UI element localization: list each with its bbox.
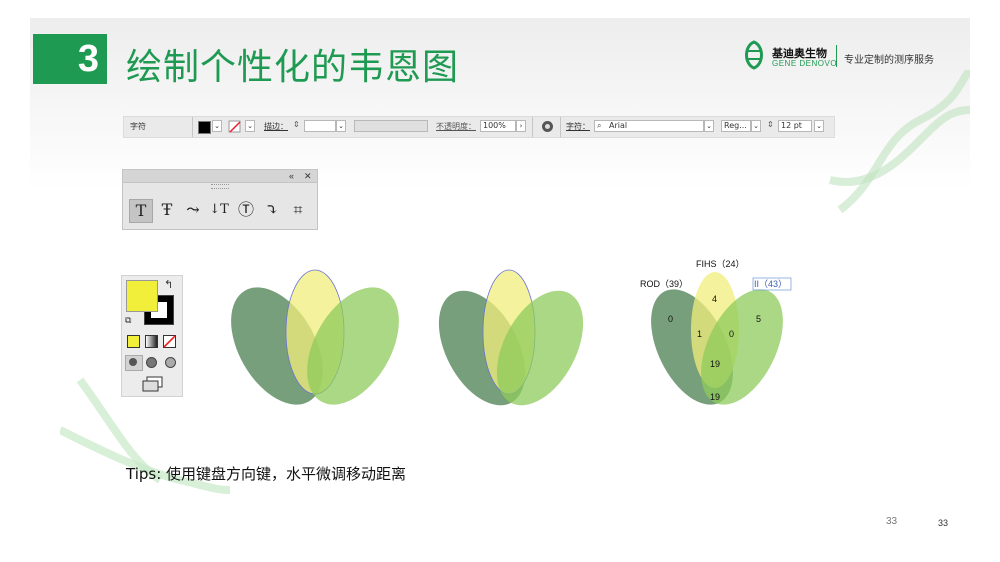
fill-dropdown[interactable]: ⌄ xyxy=(212,120,222,132)
font-size-input[interactable]: 12 pt xyxy=(778,120,812,132)
type-on-path-tool-icon[interactable]: ⤳ xyxy=(182,199,204,221)
venn-label-left: ROD（39） xyxy=(640,279,688,289)
character-toolbar: 字符 ⌄ ⌄ 描边： ⇕ ⌄ 不透明度： 100% › 字符： Arial ⌕ … xyxy=(123,116,835,138)
font-style-input[interactable]: Reg... xyxy=(721,120,751,132)
logo-divider xyxy=(836,45,837,67)
venn-value-top-right: 0 xyxy=(729,329,734,339)
toolbar-divider xyxy=(192,117,193,137)
swap-colors-icon[interactable]: ↰ xyxy=(164,278,173,291)
slide-title: 绘制个性化的韦恩图 xyxy=(126,47,460,88)
panel-grip-icon[interactable] xyxy=(211,184,229,189)
venn-value-bottom: 19 xyxy=(710,392,720,402)
stroke-dropdown[interactable]: ⌄ xyxy=(245,120,255,132)
venn-value-left-top: 1 xyxy=(697,329,702,339)
char-label: 字符 xyxy=(130,122,146,131)
toolbar-divider xyxy=(560,117,561,137)
section-number: 3 xyxy=(33,34,107,84)
dna-decoration-right xyxy=(829,70,970,214)
logo-name-en: GENE DENOVO xyxy=(772,59,838,68)
default-colors-icon[interactable]: ⧉ xyxy=(125,315,131,326)
stroke-style-field[interactable] xyxy=(354,120,428,132)
type-tool-icon[interactable]: T xyxy=(129,199,153,223)
fill-color-swatch[interactable] xyxy=(126,280,158,312)
opacity-arrow[interactable]: › xyxy=(516,120,526,132)
venn-value-right-only: 5 xyxy=(756,314,761,324)
stroke-stepper-icon[interactable]: ⇕ xyxy=(293,120,300,129)
stroke-label[interactable]: 描边： xyxy=(264,120,288,133)
color-mode-icon[interactable] xyxy=(127,335,140,348)
type-tools-panel: « ✕ T Ŧ ⤳ ↓T Ⓣ ⤵ ⌗ xyxy=(122,169,318,230)
toolbar-divider xyxy=(532,117,533,137)
vertical-area-type-tool-icon[interactable]: Ⓣ xyxy=(235,199,257,221)
gene-denovo-logo-icon xyxy=(745,40,763,70)
collapse-panel-icon[interactable]: « xyxy=(289,170,294,182)
stroke-none-swatch-icon[interactable] xyxy=(228,120,242,133)
vertical-type-on-path-tool-icon[interactable]: ⤵ xyxy=(261,199,283,221)
venn-value-left-only: 0 xyxy=(668,314,673,324)
panel-title-bar[interactable]: « ✕ xyxy=(123,170,317,183)
venn-value-center: 19 xyxy=(710,359,720,369)
draw-normal-icon[interactable] xyxy=(125,355,143,371)
recolor-globe-icon[interactable] xyxy=(541,120,554,133)
stroke-width-dropdown[interactable]: ⌄ xyxy=(336,120,346,132)
font-size-dropdown[interactable]: ⌄ xyxy=(814,120,824,132)
stroke-width-input[interactable] xyxy=(304,120,336,132)
draw-normal-dot xyxy=(129,358,137,366)
opacity-label[interactable]: 不透明度： xyxy=(436,120,476,133)
page-number-left: 33 xyxy=(886,516,898,527)
logo-tagline: 专业定制的测序服务 xyxy=(844,55,934,66)
vertical-type-tool-icon[interactable]: ↓T xyxy=(208,199,230,221)
venn-step-1 xyxy=(231,269,399,405)
font-style-dropdown[interactable]: ⌄ xyxy=(751,120,761,132)
area-type-tool-icon[interactable]: Ŧ xyxy=(156,199,178,221)
font-family-dropdown[interactable]: ⌄ xyxy=(704,120,714,132)
venn-value-top-only: 4 xyxy=(712,294,717,304)
fill-stroke-panel: ↰ ⧉ xyxy=(121,275,183,397)
draw-behind-icon[interactable] xyxy=(146,357,157,368)
venn-label-top: FIHS（24） xyxy=(696,259,745,269)
font-label[interactable]: 字符： xyxy=(566,120,590,133)
venn-step-3: FIHS（24） ROD（39） II（43） 0 4 5 1 0 19 19 xyxy=(640,259,792,405)
tips-text: Tips: 使用键盘方向键，水平微调移动距离 xyxy=(126,465,407,483)
touch-type-tool-icon[interactable]: ⌗ xyxy=(287,199,309,221)
none-mode-icon[interactable] xyxy=(163,335,176,348)
font-family-input[interactable]: Arial xyxy=(594,120,704,132)
venn-label-right[interactable]: II（43） xyxy=(754,279,787,289)
venn-step-2 xyxy=(438,269,584,406)
font-search-icon: ⌕ xyxy=(597,121,602,130)
fill-color-swatch[interactable] xyxy=(198,121,211,134)
font-size-stepper-icon[interactable]: ⇕ xyxy=(767,120,774,129)
draw-inside-icon[interactable] xyxy=(165,357,176,368)
opacity-input[interactable]: 100% xyxy=(480,120,516,132)
page-number-right: 33 xyxy=(938,518,949,528)
close-icon[interactable]: ✕ xyxy=(304,170,312,182)
gradient-mode-icon[interactable] xyxy=(145,335,158,348)
screen-mode-icon[interactable] xyxy=(142,376,164,392)
